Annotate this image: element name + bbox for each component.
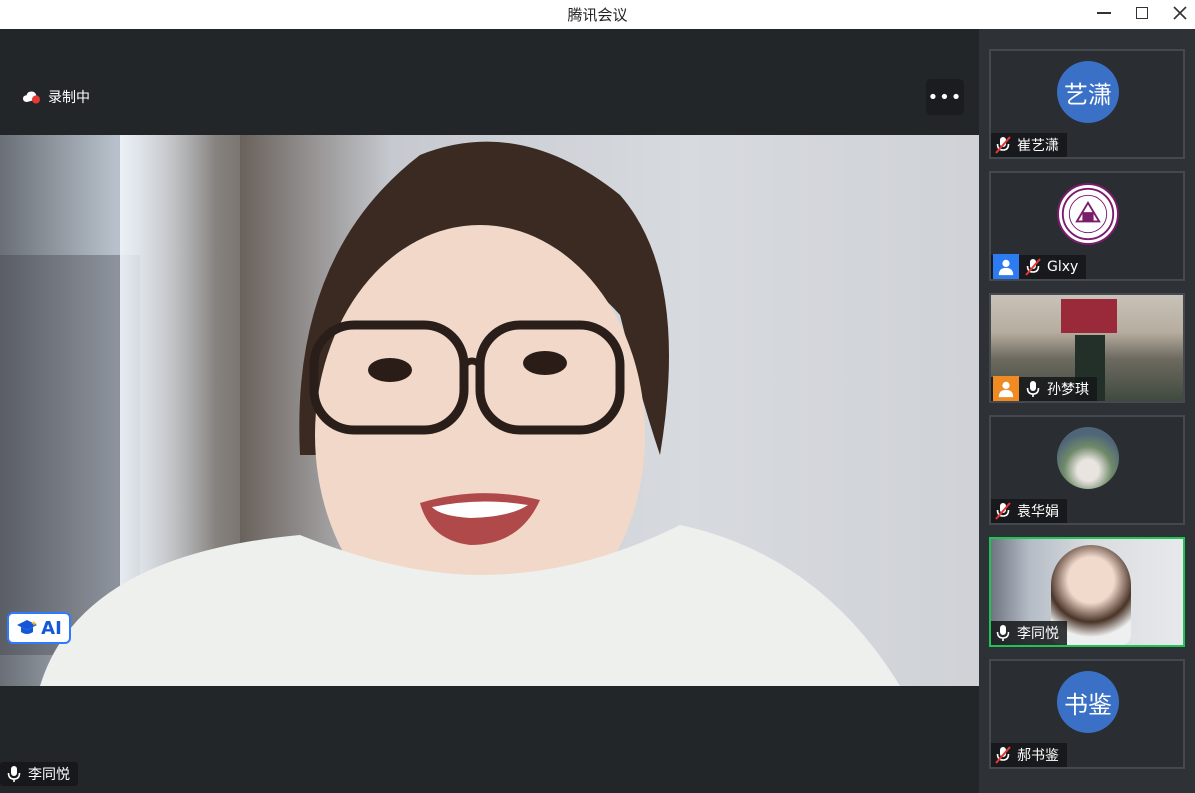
window-title: 腾讯会议 — [567, 6, 628, 24]
participant-name-tag: 郝书鉴 — [991, 743, 1067, 767]
main-stage: 录制中 ••• AI 李同悦 — [0, 29, 979, 793]
participant-tile[interactable]: 艺潇 崔艺潇 — [989, 49, 1185, 159]
school-logo-icon — [1057, 183, 1119, 245]
minimize-button[interactable] — [1086, 0, 1122, 26]
title-bar: 腾讯会议 — [0, 0, 1195, 29]
participant-sidebar: 艺潇 崔艺潇 Glxy 孙梦琪 袁华娟 李同悦 书鉴 郝书鉴 — [979, 29, 1195, 793]
minimize-icon — [1097, 12, 1111, 14]
close-icon — [1173, 6, 1187, 20]
participant-name-tag: 李同悦 — [991, 621, 1067, 645]
participant-name: 孙梦琪 — [1047, 382, 1089, 398]
participant-name-tag: 孙梦琪 — [991, 376, 1097, 401]
participant-tile[interactable]: Glxy — [989, 171, 1185, 281]
participant-name: 袁华娟 — [1017, 504, 1059, 520]
mic-muted-icon — [995, 502, 1011, 520]
mic-muted-icon — [995, 746, 1011, 764]
recording-indicator[interactable]: 录制中 — [22, 87, 90, 107]
avatar — [1057, 427, 1119, 489]
cohost-badge — [993, 376, 1019, 401]
participant-name: 郝书鉴 — [1017, 748, 1059, 764]
main-video — [0, 135, 979, 686]
participant-name-tag: 崔艺潇 — [991, 133, 1067, 157]
maximize-button[interactable] — [1124, 0, 1160, 26]
school-emblem-icon — [1061, 187, 1115, 241]
more-options-button[interactable]: ••• — [926, 79, 964, 115]
graduation-cap-icon — [17, 620, 38, 634]
mic-muted-icon — [1025, 258, 1041, 276]
more-icon: ••• — [927, 86, 963, 108]
speaker-video-frame — [40, 141, 900, 686]
microphone-icon — [7, 766, 21, 782]
participant-tile[interactable]: 书鉴 郝书鉴 — [989, 659, 1185, 769]
participant-tile[interactable]: 孙梦琪 — [989, 293, 1185, 403]
speaker-name: 李同悦 — [28, 767, 70, 783]
participant-tile-active[interactable]: 李同悦 — [989, 537, 1185, 647]
participant-name: 李同悦 — [1017, 626, 1059, 642]
participant-name-tag: Glxy — [991, 254, 1087, 279]
participant-name-tag: 袁华娟 — [991, 499, 1067, 523]
ai-label: AI — [41, 617, 62, 639]
mic-muted-icon — [995, 136, 1011, 154]
participant-tile[interactable]: 袁华娟 — [989, 415, 1185, 525]
recording-label: 录制中 — [48, 90, 90, 106]
room-banner — [1061, 299, 1117, 333]
microphone-icon — [996, 625, 1010, 641]
maximize-icon — [1136, 7, 1148, 19]
avatar: 书鉴 — [1057, 671, 1119, 733]
ai-assistant-button[interactable]: AI — [7, 612, 71, 644]
participant-name: 崔艺潇 — [1017, 138, 1059, 154]
speaker-name-tag: 李同悦 — [0, 762, 78, 786]
close-button[interactable] — [1162, 0, 1195, 26]
cloud-record-icon — [23, 91, 40, 104]
person-icon — [998, 381, 1014, 398]
microphone-icon — [1026, 381, 1040, 397]
participant-name: Glxy — [1047, 259, 1079, 275]
person-icon — [998, 259, 1014, 276]
host-badge — [993, 254, 1019, 279]
avatar: 艺潇 — [1057, 61, 1119, 123]
